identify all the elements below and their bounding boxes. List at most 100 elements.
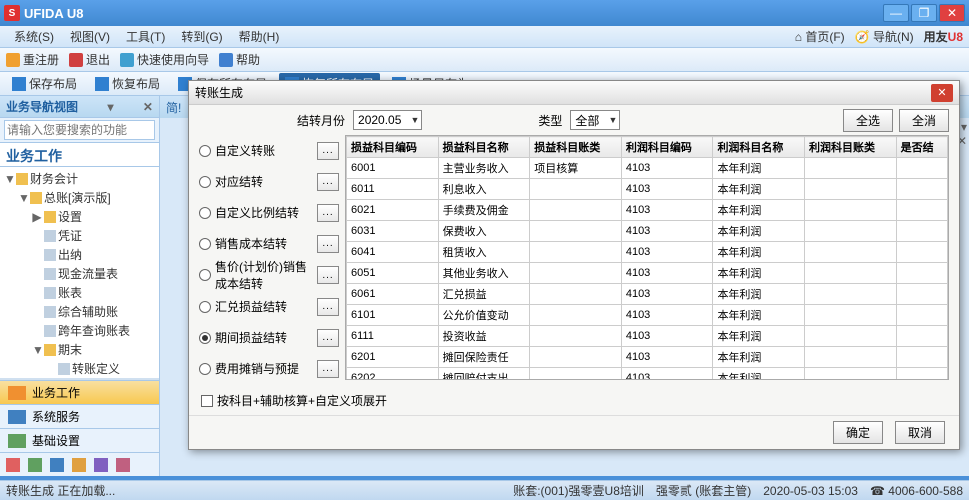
cell[interactable]: 4103 bbox=[621, 158, 713, 179]
close-button[interactable]: ✕ bbox=[939, 4, 965, 22]
relogin-button[interactable]: 重注册 bbox=[6, 51, 59, 68]
tree-node[interactable]: 跨年查询账表 bbox=[0, 321, 159, 340]
cell[interactable]: 摊回赔付支出 bbox=[438, 368, 530, 381]
option-more-button[interactable]: ... bbox=[317, 266, 339, 284]
col-header[interactable]: 利润科目名称 bbox=[713, 137, 805, 158]
radio-icon[interactable] bbox=[199, 176, 211, 188]
home-link[interactable]: ⌂ 首页(F) bbox=[795, 28, 845, 45]
cell[interactable]: 公允价值变动 bbox=[438, 305, 530, 326]
table-row[interactable]: 6201摊回保险责任4103本年利润 bbox=[347, 347, 948, 368]
cell[interactable]: 摊回保险责任 bbox=[438, 347, 530, 368]
transfer-option-0[interactable]: 自定义转账... bbox=[199, 139, 339, 162]
cell[interactable]: 本年利润 bbox=[713, 368, 805, 381]
cell[interactable] bbox=[805, 179, 897, 200]
cell[interactable] bbox=[805, 284, 897, 305]
select-all-button[interactable]: 全选 bbox=[843, 109, 893, 132]
maximize-button[interactable]: ❐ bbox=[911, 4, 937, 22]
cell[interactable]: 本年利润 bbox=[713, 200, 805, 221]
cell[interactable] bbox=[896, 242, 947, 263]
cell[interactable]: 6011 bbox=[347, 179, 439, 200]
ti-4[interactable] bbox=[72, 458, 86, 472]
cell[interactable]: 6202 bbox=[347, 368, 439, 381]
col-header[interactable]: 损益科目账类 bbox=[530, 137, 622, 158]
menu-system[interactable]: 系统(S) bbox=[6, 28, 62, 45]
table-row[interactable]: 6041租赁收入 4103本年利润 bbox=[347, 242, 948, 263]
cell[interactable]: 本年利润 bbox=[713, 242, 805, 263]
col-header[interactable]: 利润科目账类 bbox=[805, 137, 897, 158]
quickguide-button[interactable]: 快速使用向导 bbox=[120, 51, 209, 68]
cell[interactable]: 4103 bbox=[621, 326, 713, 347]
option-more-button[interactable]: ... bbox=[317, 173, 339, 191]
cell[interactable] bbox=[530, 326, 622, 347]
table-row[interactable]: 6111投资收益4103本年利润 bbox=[347, 326, 948, 347]
cell[interactable]: 4103 bbox=[621, 242, 713, 263]
help-button[interactable]: 帮助 bbox=[219, 51, 260, 68]
cell[interactable]: 6031 bbox=[347, 221, 439, 242]
cell[interactable]: 本年利润 bbox=[713, 347, 805, 368]
cell[interactable] bbox=[530, 368, 622, 381]
dialog-close-button[interactable]: ✕ bbox=[931, 84, 953, 102]
col-header[interactable]: 是否结 bbox=[896, 137, 947, 158]
transfer-option-3[interactable]: 销售成本结转... bbox=[199, 232, 339, 255]
cell[interactable]: 6021 bbox=[347, 200, 439, 221]
cell[interactable] bbox=[530, 242, 622, 263]
cell[interactable]: 项目核算 bbox=[530, 158, 622, 179]
radio-icon[interactable] bbox=[199, 332, 211, 344]
tree-node[interactable]: 出纳 bbox=[0, 245, 159, 264]
cell[interactable] bbox=[805, 368, 897, 381]
cell[interactable]: 其他业务收入 bbox=[438, 263, 530, 284]
menu-goto[interactable]: 转到(G) bbox=[173, 28, 230, 45]
cell[interactable]: 本年利润 bbox=[713, 263, 805, 284]
dialog-titlebar[interactable]: 转账生成 ✕ bbox=[189, 81, 959, 105]
tree-node[interactable]: 综合辅助账 bbox=[0, 302, 159, 321]
tree-node[interactable]: ▼总账[演示版] bbox=[0, 188, 159, 207]
cell[interactable] bbox=[896, 158, 947, 179]
layout-btn-1[interactable]: 恢复布局 bbox=[89, 73, 166, 94]
cell[interactable]: 6041 bbox=[347, 242, 439, 263]
option-more-button[interactable]: ... bbox=[317, 204, 339, 222]
ok-button[interactable]: 确定 bbox=[833, 421, 883, 444]
cell[interactable]: 4103 bbox=[621, 368, 713, 381]
cell[interactable] bbox=[896, 263, 947, 284]
cell[interactable]: 6051 bbox=[347, 263, 439, 284]
cell[interactable]: 4103 bbox=[621, 347, 713, 368]
cell[interactable]: 汇兑损益 bbox=[438, 284, 530, 305]
cell[interactable]: 利息收入 bbox=[438, 179, 530, 200]
cell[interactable] bbox=[805, 347, 897, 368]
cell[interactable]: 4103 bbox=[621, 200, 713, 221]
cell[interactable]: 4103 bbox=[621, 179, 713, 200]
tree-node[interactable]: 现金流量表 bbox=[0, 264, 159, 283]
cell[interactable]: 6101 bbox=[347, 305, 439, 326]
expand-checkbox[interactable] bbox=[201, 395, 213, 407]
cell[interactable]: 保费收入 bbox=[438, 221, 530, 242]
transfer-option-5[interactable]: 汇兑损益结转... bbox=[199, 295, 339, 318]
cell[interactable] bbox=[896, 347, 947, 368]
cell[interactable]: 租赁收入 bbox=[438, 242, 530, 263]
cell[interactable]: 手续费及佣金 bbox=[438, 200, 530, 221]
cell[interactable]: 6061 bbox=[347, 284, 439, 305]
cell[interactable]: 4103 bbox=[621, 284, 713, 305]
table-row[interactable]: 6101公允价值变动4103本年利润 bbox=[347, 305, 948, 326]
transfer-option-6[interactable]: 期间损益结转... bbox=[199, 326, 339, 349]
table-row[interactable]: 6031保费收入4103本年利润 bbox=[347, 221, 948, 242]
cell[interactable] bbox=[530, 347, 622, 368]
cell[interactable]: 本年利润 bbox=[713, 179, 805, 200]
cell[interactable] bbox=[530, 221, 622, 242]
cell[interactable]: 本年利润 bbox=[713, 284, 805, 305]
cell[interactable]: 4103 bbox=[621, 305, 713, 326]
transfer-option-1[interactable]: 对应结转... bbox=[199, 170, 339, 193]
cell[interactable] bbox=[805, 305, 897, 326]
cell[interactable] bbox=[896, 200, 947, 221]
tree-node[interactable]: ▼期末 bbox=[0, 340, 159, 359]
table-row[interactable]: 6061汇兑损益 4103本年利润 bbox=[347, 284, 948, 305]
radio-icon[interactable] bbox=[199, 207, 211, 219]
month-select[interactable]: 2020.05 bbox=[353, 110, 422, 130]
option-more-button[interactable]: ... bbox=[317, 298, 339, 316]
cell[interactable] bbox=[896, 221, 947, 242]
ti-2[interactable] bbox=[28, 458, 42, 472]
exit-button[interactable]: 退出 bbox=[69, 51, 110, 68]
transfer-option-2[interactable]: 自定义比例结转... bbox=[199, 201, 339, 224]
tree-node[interactable]: 账表 bbox=[0, 283, 159, 302]
cell[interactable]: 主营业务收入 bbox=[438, 158, 530, 179]
col-header[interactable]: 损益科目编码 bbox=[347, 137, 439, 158]
